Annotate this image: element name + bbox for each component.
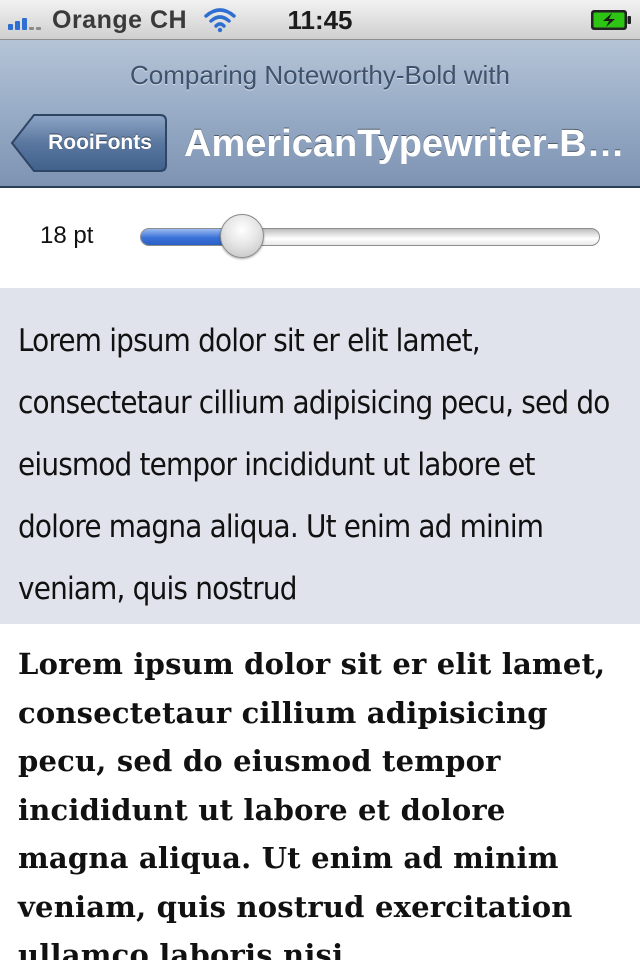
clock: 11:45 <box>287 5 353 35</box>
navigation-bar: Comparing Noteworthy-Bold with RooiFonts… <box>0 40 640 188</box>
page-title: AmericanTypewriter-Bold <box>184 123 630 165</box>
nav-prompt: Comparing Noteworthy-Bold with <box>129 60 511 90</box>
font-sample-noteworthy: Lorem ipsum dolor sit er elit lamet, con… <box>0 288 640 624</box>
status-bar: Orange CH 11:45 <box>0 0 640 40</box>
font-size-label: 18 pt <box>40 222 94 249</box>
battery-charging-icon <box>591 10 631 30</box>
font-size-control: 18 pt <box>0 188 640 288</box>
back-button[interactable]: RooiFonts <box>10 113 168 173</box>
back-button-label: RooiFonts <box>48 131 152 154</box>
sample-text-noteworthy: Lorem ipsum dolor sit er elit lamet, con… <box>18 323 610 607</box>
font-size-slider[interactable] <box>140 214 602 260</box>
sample-text-american-typewriter: Lorem ipsum dolor sit er elit lamet, con… <box>18 647 606 960</box>
font-sample-american-typewriter: Lorem ipsum dolor sit er elit lamet, con… <box>0 624 640 960</box>
slider-thumb[interactable] <box>220 214 264 258</box>
slider-track[interactable] <box>140 228 600 246</box>
